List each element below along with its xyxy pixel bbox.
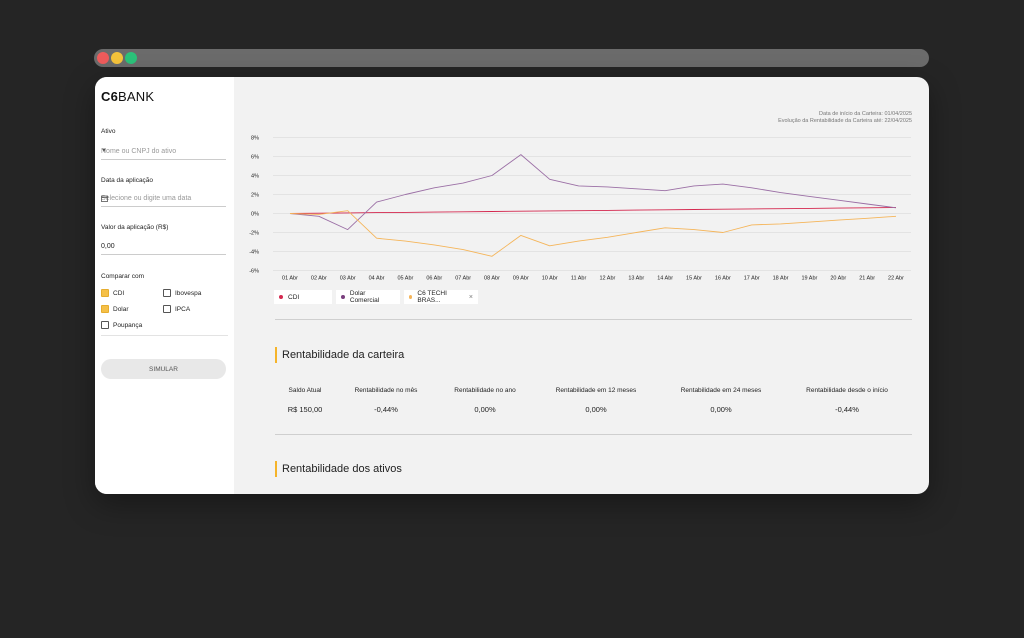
comparar-label: Comparar com — [101, 273, 144, 280]
checkbox-dolar[interactable]: Dolar — [101, 305, 129, 313]
maximize-window-button[interactable] — [125, 52, 137, 64]
simular-button[interactable]: SIMULAR — [101, 359, 226, 379]
stat-value: R$ 150,00 — [287, 405, 323, 414]
x-tick-label: 12 Abr — [599, 276, 615, 282]
stat-header: Rentabilidade desde o início — [806, 387, 888, 394]
checkbox-dolar-box[interactable] — [101, 305, 109, 313]
x-tick-label: 13 Abr — [628, 276, 644, 282]
valor-value: 0,00 — [101, 243, 115, 250]
x-tick-label: 07 Abr — [455, 276, 471, 282]
stat-header: Saldo Atual — [288, 387, 322, 394]
section-divider — [275, 434, 912, 435]
x-tick-label: 19 Abr — [801, 276, 817, 282]
stat-value: 0,00% — [474, 405, 496, 414]
checkbox-poupanca[interactable]: Poupança — [101, 321, 142, 329]
legend-dot-icon — [279, 295, 283, 299]
legend-item-c6-techi[interactable]: C6 TECHI BRAS... × — [404, 290, 478, 304]
x-tick-label: 06 Abr — [426, 276, 442, 282]
x-tick-label: 10 Abr — [542, 276, 558, 282]
x-tick-label: 02 Abr — [311, 276, 327, 282]
x-tick-label: 21 Abr — [859, 276, 875, 282]
checkbox-cdi[interactable]: CDI — [101, 289, 124, 297]
checkbox-ibovespa-box[interactable] — [163, 289, 171, 297]
c6-bank-logo: C6BANK — [101, 89, 155, 104]
x-tick-label: 22 Abr — [888, 276, 904, 282]
x-tick-label: 09 Abr — [513, 276, 529, 282]
legend-item-cdi[interactable]: CDI — [274, 290, 332, 304]
close-window-button[interactable] — [97, 52, 109, 64]
sidebar-divider — [101, 335, 228, 336]
x-tick-label: 15 Abr — [686, 276, 702, 282]
legend-dot-icon — [409, 295, 413, 299]
results-panel: Data de início da Carteira: 01/04/2025 E… — [234, 77, 929, 494]
stat-header: Rentabilidade em 24 meses — [680, 387, 762, 394]
checkbox-cdi-box[interactable] — [101, 289, 109, 297]
stat-header: Rentabilidade em 12 meses — [555, 387, 637, 394]
x-tick-label: 16 Abr — [715, 276, 731, 282]
x-tick-label: 04 Abr — [369, 276, 385, 282]
ativo-label: Ativo — [101, 128, 116, 135]
section-divider — [275, 319, 912, 320]
y-tick-label: 0% — [251, 212, 259, 218]
valor-aplicacao-label: Valor da aplicação (R$) — [101, 224, 169, 231]
checkbox-ipca-box[interactable] — [163, 305, 171, 313]
y-tick-label: -6% — [249, 269, 259, 275]
y-tick-label: 8% — [251, 136, 259, 142]
stat-value: 0,00% — [585, 405, 607, 414]
y-tick-label: 2% — [251, 193, 259, 199]
simulation-sidebar: C6BANK Ativo Nome ou CNPJ do ativo ▼ Dat… — [95, 77, 234, 494]
calendar-icon[interactable] — [101, 195, 224, 204]
data-aplicacao-label: Data da aplicação — [101, 177, 154, 184]
stat-value: -0,44% — [374, 405, 398, 414]
series-line-0 — [289, 207, 897, 214]
x-tick-label: 11 Abr — [571, 276, 587, 282]
x-tick-label: 14 Abr — [657, 276, 673, 282]
stat-value: -0,44% — [835, 405, 859, 414]
y-tick-label: 6% — [251, 155, 259, 161]
rentabilidade-line-chart: 8% 6% 4% 2% 0% -2% -4% -6% 01 Abr 02 Abr 03 Abr 04 … — [249, 136, 911, 282]
window-title-bar — [94, 49, 929, 67]
rentabilidade-carteira-title: Rentabilidade da carteira — [275, 347, 404, 363]
rentabilidade-ativos-title: Rentabilidade dos ativos — [275, 461, 402, 477]
y-tick-label: -2% — [249, 231, 259, 237]
x-tick-label: 05 Abr — [397, 276, 413, 282]
x-tick-label: 03 Abr — [340, 276, 356, 282]
checkbox-ipca[interactable]: IPCA — [163, 305, 190, 313]
checkbox-ibovespa[interactable]: Ibovespa — [163, 289, 201, 297]
x-tick-label: 20 Abr — [830, 276, 846, 282]
data-aplicacao-field[interactable]: Selecione ou digite uma data — [101, 193, 226, 207]
y-tick-label: -4% — [249, 250, 259, 256]
x-tick-label: 01 Abr — [282, 276, 298, 282]
remove-series-icon[interactable]: × — [469, 294, 473, 301]
x-tick-label: 18 Abr — [773, 276, 789, 282]
ativo-search-field[interactable]: Nome ou CNPJ do ativo ▼ — [101, 146, 226, 160]
series-line-2 — [289, 210, 897, 257]
series-line-1 — [289, 154, 897, 231]
x-tick-label: 08 Abr — [484, 276, 500, 282]
y-tick-label: 4% — [251, 174, 259, 180]
stat-header: Rentabilidade no ano — [454, 387, 516, 394]
stat-value: 0,00% — [710, 405, 732, 414]
legend-dot-icon — [341, 295, 345, 299]
dropdown-arrow-icon[interactable]: ▼ — [101, 148, 224, 154]
checkbox-poupanca-box[interactable] — [101, 321, 109, 329]
valor-aplicacao-field[interactable]: 0,00 — [101, 241, 226, 255]
app-window: C6BANK Ativo Nome ou CNPJ do ativo ▼ Dat… — [95, 77, 929, 494]
minimize-window-button[interactable] — [111, 52, 123, 64]
legend-item-dolar[interactable]: Dolar Comercial — [336, 290, 400, 304]
x-tick-label: 17 Abr — [744, 276, 760, 282]
stat-header: Rentabilidade no mês — [354, 387, 418, 394]
